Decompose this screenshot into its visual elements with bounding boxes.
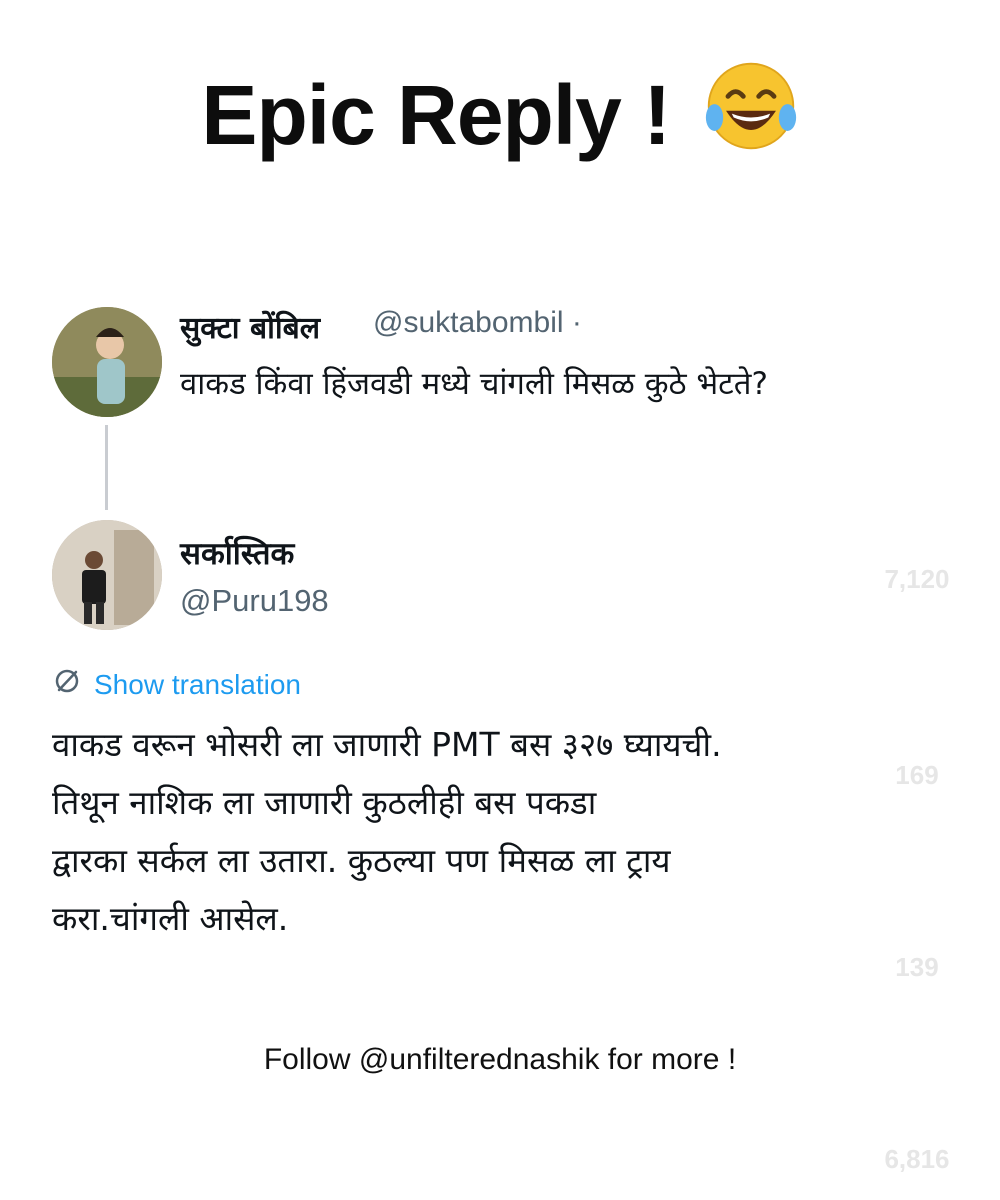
face-with-tears-of-joy-icon: [703, 58, 799, 174]
title-text: Epic Reply !: [201, 68, 671, 162]
like-action[interactable]: 7,120: [872, 470, 962, 595]
reply-author-name[interactable]: सर्कास्तिक: [180, 532, 294, 574]
share-action[interactable]: 6,816: [872, 1042, 962, 1175]
reply-line: द्वारका सर्कल ला उतारा. कुठल्या पण मिसळ …: [52, 841, 671, 880]
reply-line: तिथून नाशिक ला जाणारी कुठलीही बस पकडा: [52, 783, 597, 822]
like-count: 7,120: [884, 564, 950, 594]
show-translation-link[interactable]: Show translation: [52, 666, 301, 703]
reply-line: करा.चांगली आसेल.: [52, 899, 289, 938]
share-count: 6,816: [884, 1144, 950, 1174]
avatar-puru198[interactable]: [52, 520, 162, 630]
avatar-suktabombil[interactable]: [52, 307, 162, 417]
reply-author-handle[interactable]: @Puru198: [180, 583, 329, 619]
show-translation-label: Show translation: [94, 668, 302, 700]
heart-icon: [872, 470, 962, 542]
tweet-author-name[interactable]: सुक्टा बोंबिल: [180, 306, 320, 347]
translate-icon: [52, 666, 82, 703]
comment-bubble-icon: [872, 658, 962, 738]
comment-count: 169: [895, 760, 939, 790]
repost-action[interactable]: 139: [872, 850, 962, 983]
repost-count: 139: [895, 952, 939, 982]
tweet-author-handle[interactable]: @suktabombil ·: [373, 306, 582, 340]
send-icon: [872, 1042, 962, 1122]
tweet-text: वाकड किंवा हिंजवडी मध्ये चांगली मिसळ कुठ…: [180, 366, 768, 402]
thread-connector: [105, 425, 108, 510]
page-title: Epic Reply !: [0, 58, 1000, 174]
follow-cta: Follow @unfilterednashik for more !: [263, 1043, 737, 1076]
reply-line: वाकड वरून भोसरी ला जाणारी PMT बस ३२७ घ्य…: [52, 725, 722, 764]
repost-icon: [872, 850, 962, 930]
reply-text: वाकड वरून भोसरी ला जाणारी PMT बस ३२७ घ्य…: [52, 716, 872, 948]
comment-action[interactable]: 169: [872, 658, 962, 791]
